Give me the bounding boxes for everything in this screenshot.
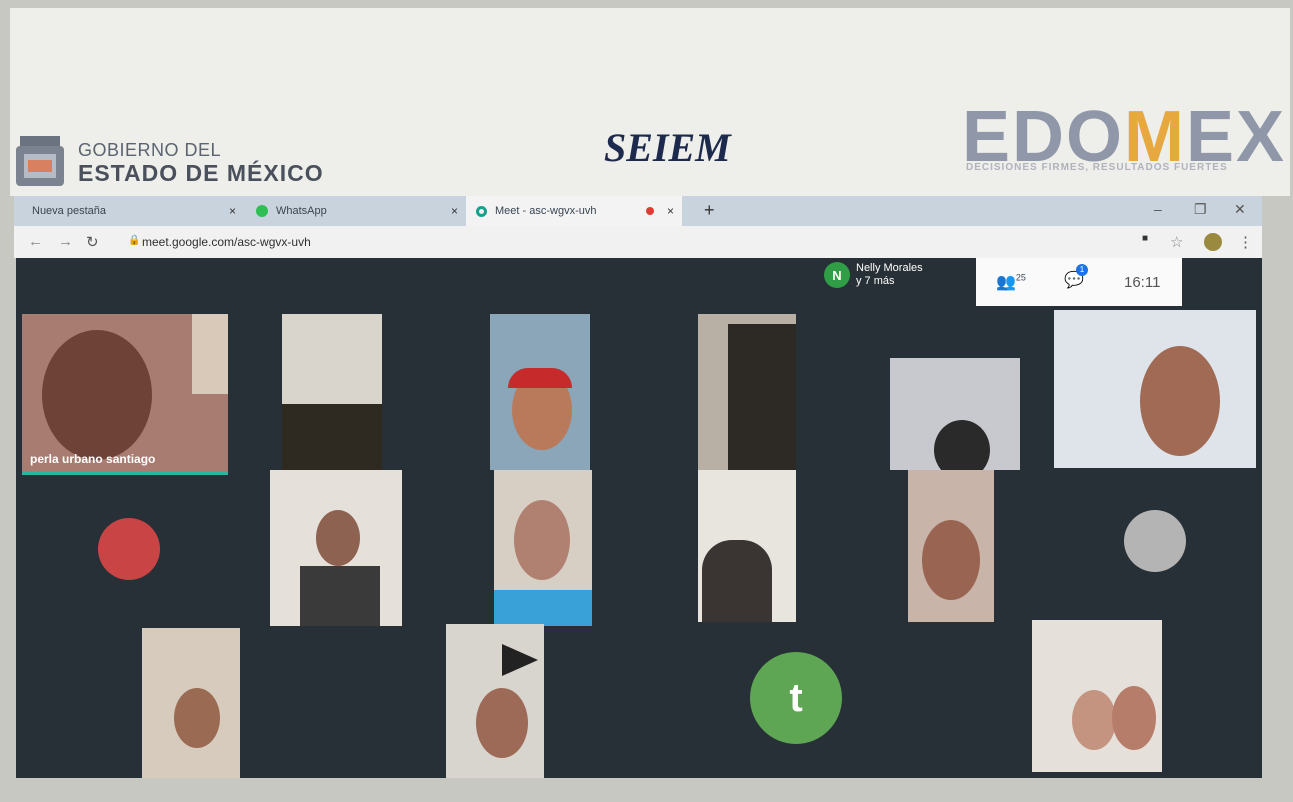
play-icon [502, 644, 538, 676]
participant-tile[interactable] [908, 470, 994, 622]
participant-tile[interactable] [698, 314, 796, 470]
participant-video [728, 324, 796, 470]
participant-tile[interactable] [142, 628, 240, 778]
participant-video [476, 688, 528, 758]
seiem-title: SEIEM [604, 125, 731, 170]
participant-video [174, 688, 220, 748]
back-icon[interactable]: ← [28, 233, 43, 250]
participant-tile[interactable] [1032, 620, 1162, 772]
new-tab-button[interactable]: + [704, 200, 715, 221]
participant-video [282, 404, 382, 470]
tab-whatsapp[interactable]: WhatsApp × [250, 196, 466, 226]
participant-video [1112, 686, 1156, 750]
close-icon[interactable]: × [229, 204, 236, 218]
participant-video [300, 566, 380, 626]
participant-video [508, 368, 572, 388]
participant-tile[interactable] [282, 314, 382, 470]
participant-tile[interactable] [494, 470, 592, 626]
restore-icon[interactable]: ❐ [1194, 201, 1207, 218]
meet-top-bar: 👥25 💬 1 16:11 [976, 258, 1182, 306]
bookmark-star-icon[interactable]: ☆ [1170, 233, 1183, 251]
menu-kebab-icon[interactable]: ⋮ [1238, 233, 1253, 251]
government-line-1: GOBIERNO DEL [78, 140, 222, 160]
minimize-icon[interactable]: – [1154, 201, 1162, 217]
participants-count: 25 [1015, 272, 1026, 283]
participant-tile[interactable] [270, 470, 402, 626]
coat-of-arms-logo [16, 136, 64, 186]
tab-label: WhatsApp [276, 205, 327, 217]
participant-tile[interactable] [890, 358, 1020, 470]
close-icon[interactable]: × [667, 204, 674, 218]
participant-video [316, 510, 360, 566]
participant-avatar[interactable] [98, 518, 160, 580]
close-icon[interactable]: × [451, 204, 458, 218]
clock-time: 16:11 [1124, 274, 1161, 291]
forward-icon[interactable]: → [58, 233, 73, 250]
presenter-name: Nelly Morales [856, 262, 923, 274]
presenter-extra: y 7 más [856, 275, 895, 287]
recording-dot-icon [646, 207, 654, 215]
participant-tile[interactable]: perla urbano santiago [22, 314, 228, 475]
presenter-avatar: N [824, 262, 850, 288]
tab-meet[interactable]: Meet - asc-wgvx-uvh × [466, 196, 682, 226]
participant-video [1140, 346, 1220, 456]
tab-new-tab[interactable]: Nueva pestaña × [14, 196, 244, 226]
meet-video-grid: N Nelly Morales y 7 más 👥25 💬 1 16:11 pe… [16, 258, 1262, 778]
whatsapp-icon [256, 205, 268, 217]
participant-name: perla urbano santiago [30, 452, 156, 466]
participant-tile[interactable] [1054, 310, 1256, 468]
reload-icon[interactable]: ↻ [86, 233, 99, 251]
browser-tab-strip: Nueva pestaña × WhatsApp × Meet - asc-wg… [14, 196, 1262, 226]
url-field[interactable]: meet.google.com/asc-wgvx-uvh [142, 235, 311, 249]
tab-label: Nueva pestaña [32, 205, 106, 217]
chat-badge: 1 [1076, 264, 1088, 276]
participant-initial-avatar[interactable]: t [750, 652, 842, 744]
participant-tile[interactable] [490, 314, 590, 470]
participant-video [514, 500, 570, 580]
people-icon[interactable]: 👥25 [996, 272, 1026, 292]
window-close-icon[interactable]: ✕ [1234, 201, 1246, 218]
participant-video [42, 330, 152, 460]
participant-tile[interactable] [698, 470, 796, 622]
camera-icon[interactable]: ■ [1142, 233, 1148, 244]
meet-icon [476, 205, 487, 217]
participant-video [702, 540, 772, 622]
participant-video [192, 314, 228, 394]
participant-video [1072, 690, 1116, 750]
participant-video [922, 520, 980, 600]
participant-avatar[interactable] [1124, 510, 1186, 572]
participant-video [934, 420, 990, 470]
address-bar: ← → ↻ 🔒 meet.google.com/asc-wgvx-uvh ■ ☆… [14, 226, 1262, 258]
tab-label: Meet - asc-wgvx-uvh [495, 205, 597, 217]
profile-avatar[interactable] [1204, 233, 1222, 251]
edomex-tagline: DECISIONES FIRMES, RESULTADOS FUERTES [966, 162, 1228, 173]
participant-tile[interactable] [446, 624, 544, 778]
presenter-info: N Nelly Morales y 7 más [824, 262, 923, 288]
participant-video [494, 590, 592, 626]
lock-icon: 🔒 [128, 235, 141, 246]
government-line-2: ESTADO DE MÉXICO [78, 160, 324, 186]
